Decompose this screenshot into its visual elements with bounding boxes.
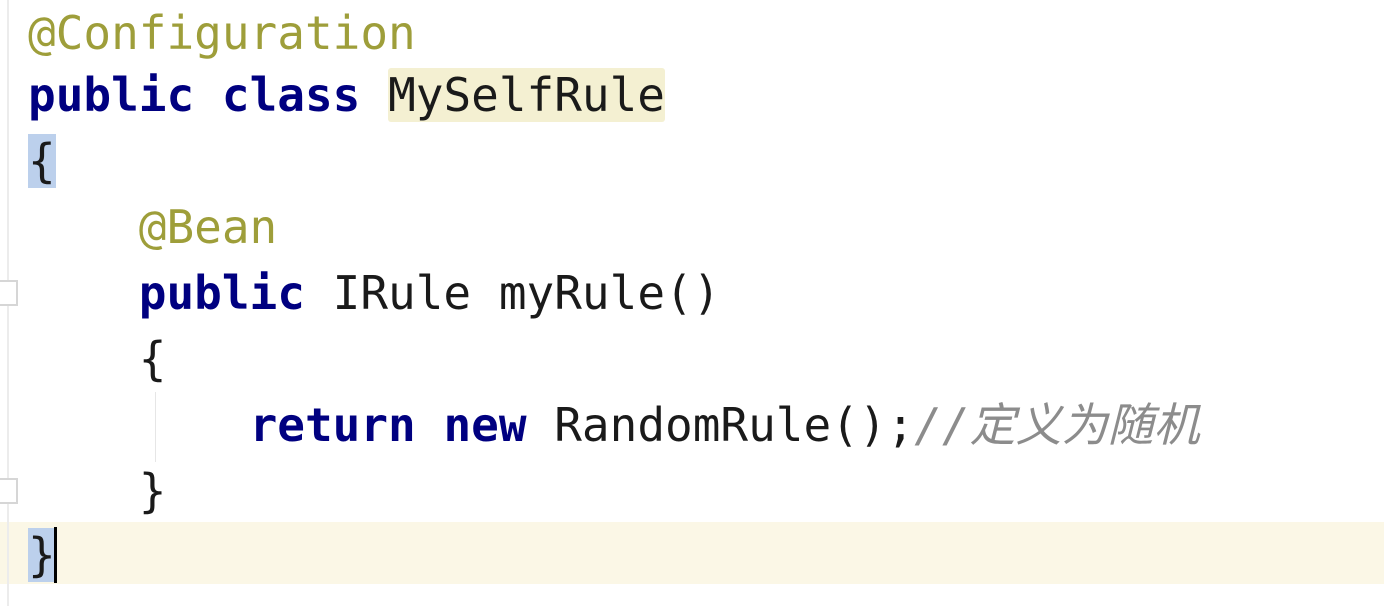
code-line-5[interactable]: public IRule myRule() bbox=[28, 260, 721, 326]
method-name: myRule() bbox=[498, 266, 721, 320]
open-brace-class: { bbox=[28, 134, 56, 188]
code-line-6[interactable]: { bbox=[28, 326, 167, 392]
class-name: MySelfRule bbox=[388, 68, 666, 122]
code-line-7[interactable]: return new RandomRule();//定义为随机 bbox=[28, 392, 1200, 458]
annotation-bean: @Bean bbox=[138, 200, 278, 254]
open-brace-method: { bbox=[138, 332, 167, 386]
keyword-new: new bbox=[443, 398, 527, 452]
code-line-4[interactable]: @Bean bbox=[28, 194, 277, 260]
code-editor[interactable]: @Configuration public class MySelfRule {… bbox=[0, 0, 1384, 606]
code-line-8[interactable]: } bbox=[28, 458, 167, 524]
close-brace-class: } bbox=[28, 528, 56, 582]
fold-marker-icon[interactable] bbox=[0, 478, 18, 504]
code-line-2[interactable]: public class MySelfRule bbox=[28, 62, 666, 128]
line-comment: //定义为随机 bbox=[914, 398, 1200, 452]
keyword-return: return bbox=[249, 398, 416, 452]
fold-marker-icon[interactable] bbox=[0, 280, 18, 306]
current-line-highlight bbox=[0, 522, 1384, 584]
close-brace-method: } bbox=[138, 464, 167, 518]
code-line-3[interactable]: { bbox=[28, 128, 56, 194]
keyword-public: public bbox=[138, 266, 305, 320]
constructor-call: RandomRule(); bbox=[554, 398, 915, 452]
keyword-class: class bbox=[221, 68, 361, 122]
return-type: IRule bbox=[332, 266, 472, 320]
code-line-9[interactable]: } bbox=[28, 522, 57, 588]
annotation-configuration: @Configuration bbox=[28, 6, 416, 60]
keyword-public: public bbox=[28, 68, 195, 122]
code-line-1[interactable]: @Configuration bbox=[28, 0, 416, 66]
text-caret bbox=[53, 527, 57, 583]
